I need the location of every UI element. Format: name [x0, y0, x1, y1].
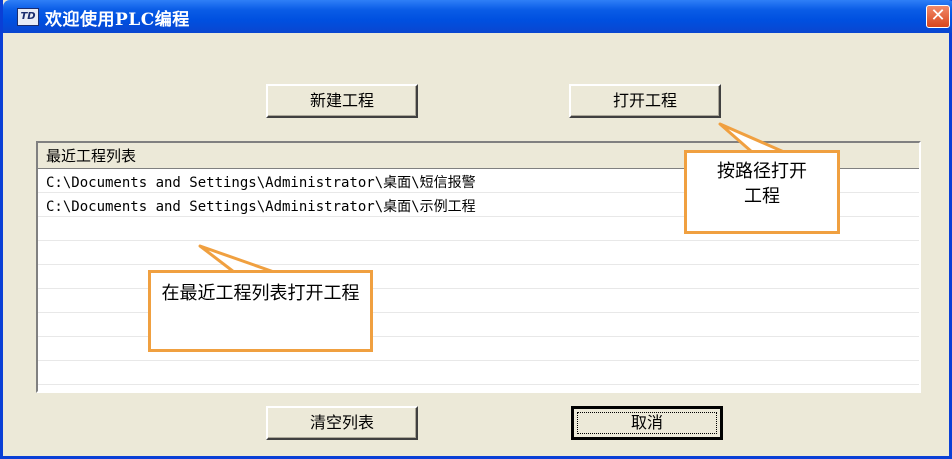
cancel-button-label: 取消: [577, 412, 717, 434]
close-button[interactable]: ✕: [926, 5, 950, 28]
new-project-button[interactable]: 新建工程: [266, 84, 418, 118]
app-icon: TD: [17, 8, 39, 26]
cancel-button[interactable]: 取消: [571, 406, 723, 440]
window-title: 欢迎使用PLC编程: [45, 10, 190, 30]
empty-row: [38, 361, 919, 385]
callout-text: 在最近工程列表打开工程: [161, 283, 360, 304]
list-header-label: 最近工程列表: [46, 147, 137, 165]
empty-row: [38, 241, 919, 265]
list-item-path: C:\Documents and Settings\Administrator\…: [46, 175, 476, 191]
callout-open-by-path: 按路径打开工程: [684, 150, 840, 234]
title-bar[interactable]: TD 欢迎使用PLC编程 ✕: [3, 0, 952, 33]
callout-text: 按路径打开工程: [717, 161, 807, 207]
list-item-path: C:\Documents and Settings\Administrator\…: [46, 199, 476, 215]
callout-open-from-recent: 在最近工程列表打开工程: [148, 270, 373, 352]
open-project-button[interactable]: 打开工程: [569, 84, 721, 118]
clear-list-button[interactable]: 清空列表: [266, 406, 418, 440]
